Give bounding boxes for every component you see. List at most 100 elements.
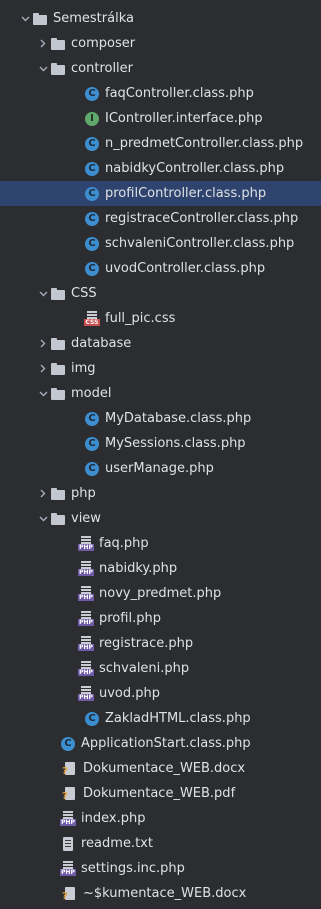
tree-item-file[interactable]: Dokumentace_WEB.docx [0,756,321,781]
tree-item-file[interactable]: uvod.php [0,681,321,706]
tree-item-file[interactable]: schvaleni.php [0,656,321,681]
tree-item-file[interactable]: readme.txt [0,831,321,856]
php-class-icon [84,211,100,227]
chevron-right-icon[interactable] [36,481,50,506]
tree-item-label: Semestrálka [53,11,134,26]
chevron-down-icon[interactable] [36,506,50,531]
tree-item-label: MyDatabase.class.php [105,411,252,426]
folder-icon [32,11,48,27]
tree-item-label: ApplicationStart.class.php [81,736,251,751]
folder-icon [50,511,66,527]
php-class-icon [60,736,76,752]
chevron-down-icon[interactable] [36,56,50,81]
tree-item-file-selected[interactable]: profilController.class.php [0,181,321,206]
tree-item-file[interactable]: registrace.php [0,631,321,656]
tree-item-file[interactable]: novy_predmet.php [0,581,321,606]
folder-icon [50,336,66,352]
tree-item-label: schvaleniController.class.php [105,236,295,251]
tree-item-label: ZakladHTML.class.php [105,711,251,726]
tree-item-file[interactable]: registraceController.class.php [0,206,321,231]
tree-item-composer[interactable]: composer [0,31,321,56]
tree-item-file[interactable]: full_pic.css [0,306,321,331]
tree-item-file[interactable]: faqController.class.php [0,81,321,106]
tree-item-label: profil.php [99,611,161,626]
php-class-icon [84,461,100,477]
tree-item-file[interactable]: faq.php [0,531,321,556]
tree-item-label: n_predmetController.class.php [105,136,304,151]
text-file-icon [60,836,76,852]
tree-item-file[interactable]: nabidkyController.class.php [0,156,321,181]
tree-item-label: Dokumentace_WEB.pdf [83,786,236,801]
tree-item-css[interactable]: CSS [0,281,321,306]
php-class-icon [84,411,100,427]
php-file-icon [78,685,94,702]
chevron-right-icon[interactable] [36,31,50,56]
php-file-icon [60,860,76,877]
php-class-icon [84,136,100,152]
php-file-icon [78,660,94,677]
tree-item-label: model [71,386,112,401]
tree-item-label: profilController.class.php [105,186,267,201]
tree-item-file[interactable]: MyDatabase.class.php [0,406,321,431]
tree-item-label: database [71,336,132,351]
php-file-icon [78,560,94,577]
tree-item-label: registrace.php [99,636,194,651]
php-file-icon [78,585,94,602]
tree-item-label: php [71,486,96,501]
chevron-right-icon[interactable] [36,331,50,356]
folder-icon [50,61,66,77]
folder-icon [50,36,66,52]
tree-item-file[interactable]: ApplicationStart.class.php [0,731,321,756]
tree-item-file[interactable]: index.php [0,806,321,831]
tree-item-label: novy_predmet.php [99,586,222,601]
tree-item-label: faqController.class.php [105,86,254,101]
tree-item-label: IController.interface.php [105,111,263,126]
tree-item-file[interactable]: uvodController.class.php [0,256,321,281]
tree-item-php[interactable]: php [0,481,321,506]
tree-item-file[interactable]: profil.php [0,606,321,631]
php-class-icon [84,261,100,277]
tree-item-label: ~$kumentace_WEB.docx [83,886,247,901]
css-file-icon [84,310,100,327]
tree-item-root[interactable]: Semestrálka [0,6,321,31]
tree-item-label: userManage.php [105,461,214,476]
php-class-icon [84,186,100,202]
tree-item-model[interactable]: model [0,381,321,406]
php-class-icon [84,236,100,252]
tree-item-img[interactable]: img [0,356,321,381]
php-class-icon [84,86,100,102]
tree-item-label: full_pic.css [105,311,176,326]
chevron-down-icon[interactable] [18,6,32,31]
tree-item-label: composer [71,36,136,51]
chevron-down-icon[interactable] [36,381,50,406]
tree-item-label: img [71,361,96,376]
tree-item-label: controller [71,61,134,76]
tree-item-file[interactable]: n_predmetController.class.php [0,131,321,156]
tree-item-label: settings.inc.php [81,861,185,876]
php-class-icon [84,161,100,177]
tree-item-file[interactable]: schvaleniController.class.php [0,231,321,256]
php-file-icon [78,610,94,627]
chevron-right-icon[interactable] [36,356,50,381]
tree-item-file[interactable]: MySessions.class.php [0,431,321,456]
php-interface-icon [84,111,100,127]
tree-item-database[interactable]: database [0,331,321,356]
unknown-file-icon [62,786,78,802]
tree-item-file[interactable]: settings.inc.php [0,856,321,881]
tree-item-file[interactable]: ~$kumentace_WEB.docx [0,881,321,906]
tree-item-label: uvod.php [99,686,161,701]
folder-icon [50,361,66,377]
tree-item-file[interactable]: nabidky.php [0,556,321,581]
tree-item-label: uvodController.class.php [105,261,266,276]
tree-item-label: schvaleni.php [99,661,190,676]
tree-item-file[interactable]: ZakladHTML.class.php [0,706,321,731]
chevron-down-icon[interactable] [36,281,50,306]
tree-item-file[interactable]: Dokumentace_WEB.pdf [0,781,321,806]
tree-item-view[interactable]: view [0,506,321,531]
tree-item-controller[interactable]: controller [0,56,321,81]
tree-item-label: CSS [71,286,97,301]
tree-item-label: readme.txt [81,836,153,851]
tree-item-file[interactable]: IController.interface.php [0,106,321,131]
project-tree: Semestrálka composer controller faqContr… [0,0,321,909]
tree-item-file[interactable]: userManage.php [0,456,321,481]
